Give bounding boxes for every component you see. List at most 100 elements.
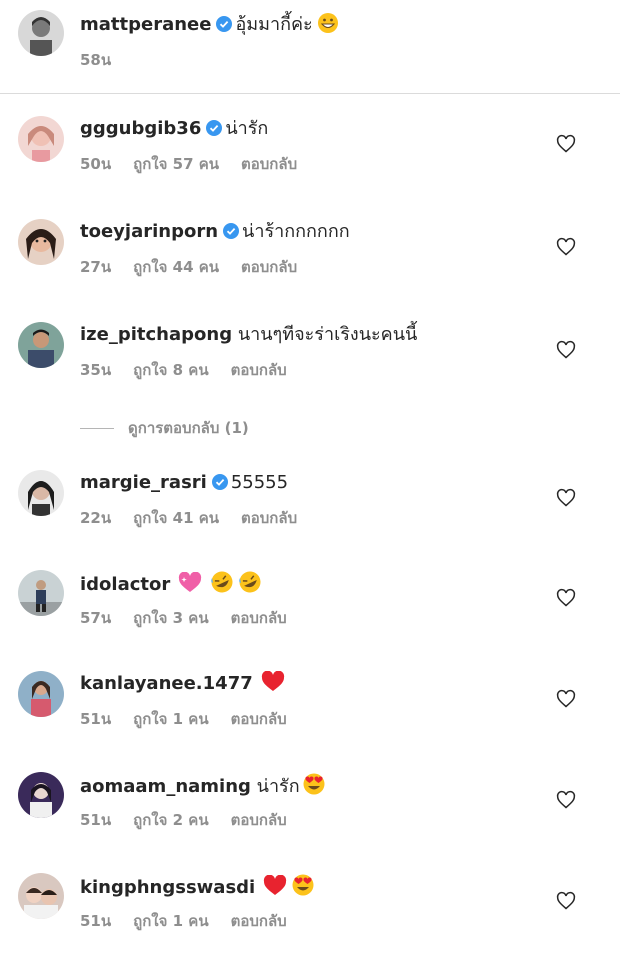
comment-line: idolactor <box>80 570 262 598</box>
verified-badge-icon <box>206 120 223 136</box>
reply-button[interactable]: ตอบกลับ <box>231 811 287 829</box>
red-heart-emoji-icon <box>261 671 284 691</box>
heart-eyes-emoji-icon <box>303 773 325 795</box>
caption-text: อุ้มมากี้ค่ะ <box>235 14 313 35</box>
like-count[interactable]: ถูกใจ 57 คน <box>133 155 219 173</box>
comment-username[interactable]: ize_pitchapong <box>80 324 232 345</box>
replies-dash <box>80 428 114 429</box>
comment-item: kingphngsswasdi 51น ถูกใจ 1 คน ตอบกลับ <box>18 873 608 963</box>
comment-meta: 51น ถูกใจ 2 คน ตอบกลับ <box>80 810 309 830</box>
caption-meta: 58น <box>80 50 133 70</box>
avatar[interactable] <box>18 116 64 162</box>
comment-line: toeyjarinporn น่าร้ากกกกกก <box>80 219 350 245</box>
like-count[interactable]: ถูกใจ 41 คน <box>133 509 219 527</box>
reply-button[interactable]: ตอบกลับ <box>231 609 287 627</box>
comment-meta: 50น ถูกใจ 57 คน ตอบกลับ <box>80 154 319 174</box>
like-heart-icon[interactable] <box>556 588 576 608</box>
like-count[interactable]: ถูกใจ 3 คน <box>133 609 208 627</box>
reply-button[interactable]: ตอบกลับ <box>231 912 287 930</box>
comment-text: 55555 <box>230 472 289 493</box>
red-heart-emoji-icon <box>264 875 287 895</box>
avatar[interactable] <box>18 772 64 818</box>
comment-username[interactable]: toeyjarinporn <box>80 221 218 242</box>
comment-text: นานๆทีจะร่าเริงนะคนนี้ <box>237 324 418 345</box>
comment-item: ize_pitchapong นานๆทีจะร่าเริงนะคนนี้ 35… <box>18 322 608 412</box>
verified-badge-icon <box>223 223 240 239</box>
comment-item: idolactor 57น ถูกใจ 3 คน ตอบกลับ <box>18 570 608 660</box>
comment-time: 22น <box>80 509 112 527</box>
reply-button[interactable]: ตอบกลับ <box>231 710 287 728</box>
comment-line: kingphngsswasdi <box>80 873 315 901</box>
comment-time: 51น <box>80 912 112 930</box>
verified-badge-icon <box>216 16 233 32</box>
like-heart-icon[interactable] <box>556 134 576 154</box>
comment-meta: 27น ถูกใจ 44 คน ตอบกลับ <box>80 257 319 277</box>
reply-button[interactable]: ตอบกลับ <box>241 258 297 276</box>
comment-line: gggubgib36 น่ารัก <box>80 116 268 142</box>
comment-item: kanlayanee.1477 51น ถูกใจ 1 คน ตอบกลับ <box>18 671 608 761</box>
verified-badge-icon <box>211 474 228 490</box>
comment-item: gggubgib36 น่ารัก 50น ถูกใจ 57 คน ตอบกลับ <box>18 116 608 206</box>
comment-time: 35น <box>80 361 112 379</box>
heart-eyes-emoji-icon <box>292 874 314 896</box>
like-heart-icon[interactable] <box>556 891 576 911</box>
pink-heart-emoji-icon <box>179 572 202 592</box>
reply-button[interactable]: ตอบกลับ <box>241 509 297 527</box>
divider <box>0 93 620 94</box>
view-replies-label: ดูการตอบกลับ (1) <box>128 419 249 437</box>
avatar[interactable] <box>18 219 64 265</box>
comment-username[interactable]: aomaam_naming <box>80 776 251 797</box>
comment-username[interactable]: kingphngsswasdi <box>80 877 255 898</box>
comment-time: 51น <box>80 710 112 728</box>
comment-line: margie_rasri 55555 <box>80 470 288 496</box>
comment-time: 51น <box>80 811 112 829</box>
comment-text: น่ารัก <box>256 776 300 797</box>
comment-item: margie_rasri 55555 22น ถูกใจ 41 คน ตอบกลับ <box>18 470 608 560</box>
caption-username[interactable]: mattperanee <box>80 14 211 35</box>
like-count[interactable]: ถูกใจ 1 คน <box>133 710 208 728</box>
comment-username[interactable]: gggubgib36 <box>80 118 201 139</box>
avatar[interactable] <box>18 873 64 919</box>
rofl-emoji-icon <box>211 571 233 593</box>
like-count[interactable]: ถูกใจ 2 คน <box>133 811 208 829</box>
comment-line: ize_pitchapong นานๆทีจะร่าเริงนะคนนี้ <box>80 322 417 348</box>
caption-line: mattperanee อุ้มมากี้ค่ะ <box>80 12 339 38</box>
like-heart-icon[interactable] <box>556 790 576 810</box>
comment-text: น่ารัก <box>225 118 269 139</box>
comment-line: kanlayanee.1477 <box>80 671 285 697</box>
post-caption: mattperanee อุ้มมากี้ค่ะ 58น <box>18 10 608 90</box>
caption-time: 58น <box>80 51 112 69</box>
comment-meta: 35น ถูกใจ 8 คน ตอบกลับ <box>80 360 309 380</box>
like-heart-icon[interactable] <box>556 488 576 508</box>
reply-button[interactable]: ตอบกลับ <box>241 155 297 173</box>
like-heart-icon[interactable] <box>556 340 576 360</box>
comment-line: aomaam_naming น่ารัก <box>80 772 326 800</box>
comment-item: aomaam_naming น่ารัก 51น ถูกใจ 2 คน ตอบกลั… <box>18 772 608 862</box>
comment-meta: 51น ถูกใจ 1 คน ตอบกลับ <box>80 709 309 729</box>
like-heart-icon[interactable] <box>556 237 576 257</box>
comment-username[interactable]: margie_rasri <box>80 472 207 493</box>
comment-time: 50น <box>80 155 112 173</box>
avatar[interactable] <box>18 10 64 56</box>
like-count[interactable]: ถูกใจ 44 คน <box>133 258 219 276</box>
avatar[interactable] <box>18 470 64 516</box>
grinning-face-emoji-icon <box>317 13 338 33</box>
like-count[interactable]: ถูกใจ 8 คน <box>133 361 208 379</box>
avatar-image <box>18 10 64 56</box>
avatar[interactable] <box>18 570 64 616</box>
comment-meta: 51น ถูกใจ 1 คน ตอบกลับ <box>80 911 309 931</box>
like-heart-icon[interactable] <box>556 689 576 709</box>
comment-username[interactable]: kanlayanee.1477 <box>80 673 253 694</box>
comment-meta: 22น ถูกใจ 41 คน ตอบกลับ <box>80 508 319 528</box>
avatar[interactable] <box>18 671 64 717</box>
comment-time: 57น <box>80 609 112 627</box>
like-count[interactable]: ถูกใจ 1 คน <box>133 912 208 930</box>
comment-meta: 57น ถูกใจ 3 คน ตอบกลับ <box>80 608 309 628</box>
comment-text: น่าร้ากกกกกก <box>242 221 350 242</box>
rofl-emoji-icon <box>239 571 261 593</box>
reply-button[interactable]: ตอบกลับ <box>231 361 287 379</box>
comment-time: 27น <box>80 258 112 276</box>
comment-username[interactable]: idolactor <box>80 574 170 595</box>
avatar[interactable] <box>18 322 64 368</box>
view-replies-link[interactable]: ดูการตอบกลับ (1) <box>80 416 249 440</box>
